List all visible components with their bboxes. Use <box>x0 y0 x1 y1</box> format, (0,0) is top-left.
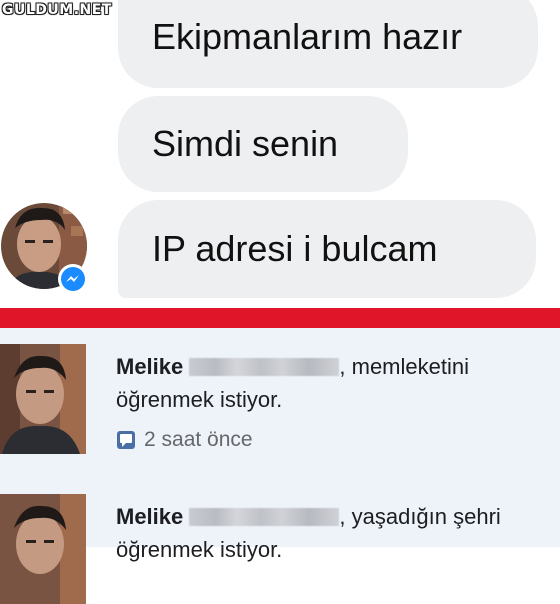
notification-item[interactable]: Melike , yaşadığın şehri öğrenmek istiyo… <box>0 486 560 604</box>
messenger-chat: Ekipmanlarım hazır Simdi senin IP adresi… <box>0 0 560 308</box>
blurred-name <box>189 508 340 526</box>
notification-item[interactable]: Melike , memleketini öğrenmek istiyor. 2… <box>0 336 560 486</box>
message-bubble: Simdi senin <box>118 96 408 192</box>
message-text: Simdi senin <box>152 123 339 164</box>
message-bubble: IP adresi i bulcam <box>118 200 536 298</box>
notification-text: Melike , yaşadığın şehri öğrenmek istiyo… <box>116 500 546 566</box>
sender-name: Melike <box>116 504 184 529</box>
comment-icon <box>117 431 135 449</box>
message-text: Ekipmanlarım hazır <box>152 16 463 57</box>
divider <box>0 308 560 328</box>
site-watermark: GULDUM.NET <box>2 2 112 18</box>
message-bubble: Ekipmanlarım hazır <box>118 0 538 88</box>
time-label: 2 saat önce <box>144 428 253 451</box>
sender-name: Melike <box>116 354 184 379</box>
messenger-icon <box>58 264 88 294</box>
blurred-name <box>189 358 340 376</box>
notification-list: Melike , memleketini öğrenmek istiyor. 2… <box>0 328 560 604</box>
avatar <box>0 494 86 604</box>
message-text: IP adresi i bulcam <box>152 228 438 269</box>
notification-time: 2 saat önce <box>116 428 253 452</box>
notification-text: Melike , memleketini öğrenmek istiyor. <box>116 350 546 416</box>
avatar <box>0 344 86 454</box>
